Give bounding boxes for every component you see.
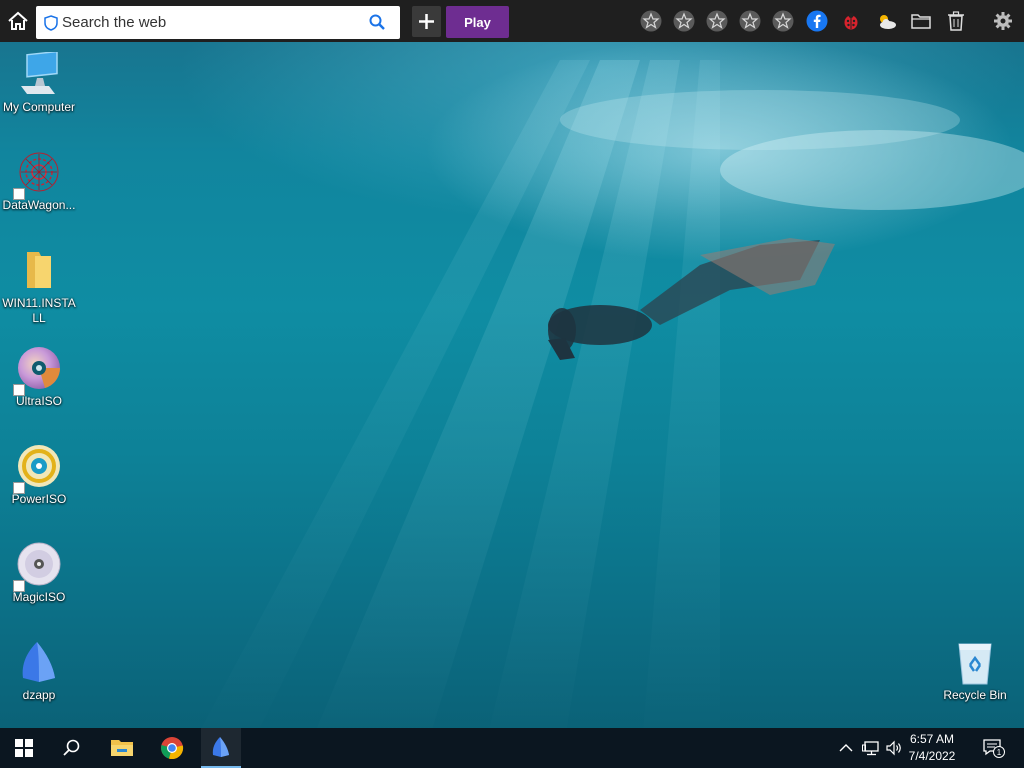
desktop-icon-label: WIN11.INSTALL xyxy=(2,296,76,325)
desktop-icon-label: DataWagon... xyxy=(2,198,76,212)
add-button[interactable] xyxy=(412,6,441,37)
shortcut-arrow-icon xyxy=(13,482,25,494)
desktop-icon-poweriso[interactable]: PowerISO xyxy=(1,444,77,507)
weather-button[interactable] xyxy=(875,10,897,32)
star-icon xyxy=(706,10,728,32)
shield-icon xyxy=(44,14,58,31)
desktop-icon-label: My Computer xyxy=(2,100,76,114)
search-icon[interactable] xyxy=(368,13,386,31)
weather-icon xyxy=(880,15,896,29)
folder-button[interactable] xyxy=(910,10,932,32)
play-button[interactable]: Play xyxy=(446,6,509,38)
shortcut-arrow-icon xyxy=(13,384,25,396)
show-hidden-icons-button[interactable] xyxy=(836,728,856,768)
desktop-icon-ultraiso[interactable]: UltraISO xyxy=(1,346,77,409)
favorite-star-button[interactable] xyxy=(706,10,728,32)
facebook-icon xyxy=(806,10,828,32)
favorite-star-button[interactable] xyxy=(772,10,794,32)
folder-icon xyxy=(27,252,51,288)
search-input[interactable] xyxy=(62,14,352,31)
star-icon xyxy=(739,10,761,32)
chrome-icon xyxy=(161,737,184,760)
notification-icon: 1 xyxy=(983,739,1005,758)
favorite-star-button[interactable] xyxy=(640,10,662,32)
dzapp-icon xyxy=(212,737,229,757)
file-explorer-icon xyxy=(111,740,133,756)
computer-icon xyxy=(21,50,58,94)
network-button[interactable] xyxy=(860,728,882,768)
search-box[interactable] xyxy=(36,6,400,39)
settings-button[interactable] xyxy=(992,10,1014,32)
favorite-star-button[interactable] xyxy=(739,10,761,32)
ladybug-button[interactable] xyxy=(840,10,862,32)
clock-time[interactable]: 6:57 AM xyxy=(902,732,962,746)
favorite-star-button[interactable] xyxy=(673,10,695,32)
desktop-icon-label: UltraISO xyxy=(15,394,62,408)
desktop-icon-datawagon[interactable]: DataWagon... xyxy=(1,150,77,213)
shortcut-arrow-icon xyxy=(13,188,25,200)
action-center-button[interactable]: 1 xyxy=(976,728,1012,768)
facebook-button[interactable] xyxy=(806,10,828,32)
recycle-bin-icon xyxy=(958,643,992,685)
desktop-icon-my-computer[interactable]: My Computer xyxy=(1,50,77,115)
star-icon xyxy=(772,10,794,32)
plus-icon xyxy=(419,14,434,29)
star-icon xyxy=(640,10,662,32)
clock-date[interactable]: 7/4/2022 xyxy=(902,749,962,763)
dzapp-taskbar-button[interactable] xyxy=(201,728,241,768)
folder-icon xyxy=(911,14,931,29)
shortcut-arrow-icon xyxy=(13,580,25,592)
home-icon xyxy=(8,11,28,30)
gear-icon xyxy=(994,12,1012,30)
desktop-icon-label: MagicISO xyxy=(12,590,66,604)
home-button[interactable] xyxy=(6,10,30,32)
chevron-up-icon xyxy=(839,744,853,752)
chrome-button[interactable] xyxy=(152,728,192,768)
dzapp-icon xyxy=(22,642,55,682)
taskbar: 6:57 AM 7/4/2022 1 xyxy=(0,728,1024,768)
file-explorer-button[interactable] xyxy=(102,728,142,768)
start-button[interactable] xyxy=(4,728,44,768)
notification-count: 1 xyxy=(997,748,1002,757)
desktop-icon-dzapp[interactable]: dzapp xyxy=(1,640,77,703)
trash-icon xyxy=(948,11,964,31)
trash-button[interactable] xyxy=(945,10,967,32)
desktop-icon-win11-install[interactable]: WIN11.INSTALL xyxy=(1,248,77,326)
star-icon xyxy=(673,10,695,32)
desktop-icon-label: Recycle Bin xyxy=(943,688,1007,702)
browser-toolbar: Play xyxy=(0,0,1024,42)
desktop-wallpaper xyxy=(0,0,1024,768)
desktop-icon-label: PowerISO xyxy=(11,492,67,506)
windows-start-icon xyxy=(15,739,33,757)
desktop-icon-label: dzapp xyxy=(22,688,56,702)
network-icon xyxy=(862,741,879,756)
search-icon xyxy=(63,739,80,756)
taskbar-search-button[interactable] xyxy=(52,728,92,768)
desktop-icon-recycle-bin[interactable]: Recycle Bin xyxy=(937,640,1013,703)
desktop-icon-magiciso[interactable]: MagicISO xyxy=(1,542,77,605)
ladybug-icon xyxy=(844,13,858,30)
